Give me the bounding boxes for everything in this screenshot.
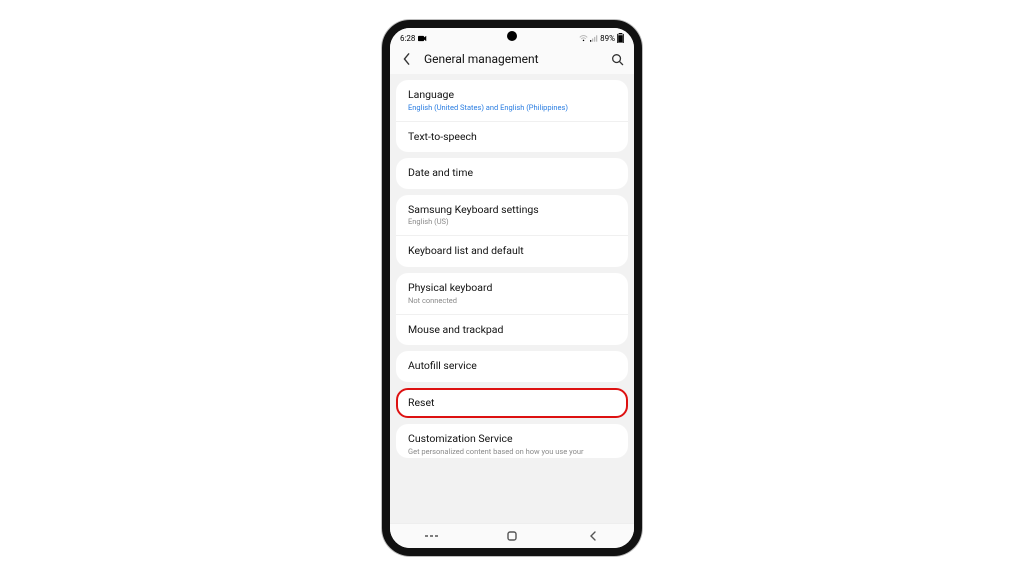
battery-pct: 89% <box>600 34 615 43</box>
nav-recents-button[interactable] <box>411 528 451 544</box>
clock: 6:28 <box>400 34 415 43</box>
row-date-and-time[interactable]: Date and time <box>396 158 628 189</box>
app-bar: General management <box>390 46 634 74</box>
nav-back-button[interactable] <box>573 528 613 544</box>
row-samsung-keyboard-settings[interactable]: Samsung Keyboard settings English (US) <box>396 195 628 236</box>
signal-icon <box>590 35 598 42</box>
row-keyboard-list-and-default[interactable]: Keyboard list and default <box>396 235 628 267</box>
camera-notch <box>507 31 517 41</box>
row-physical-keyboard[interactable]: Physical keyboard Not connected <box>396 273 628 314</box>
page-title: General management <box>424 52 600 66</box>
row-customization-service[interactable]: Customization Service Get personalized c… <box>396 424 628 458</box>
settings-list: Language English (United States) and Eng… <box>390 74 634 523</box>
phone-frame: 6:28 89% <box>382 20 642 556</box>
row-autofill-service[interactable]: Autofill service <box>396 351 628 382</box>
row-text-to-speech[interactable]: Text-to-speech <box>396 121 628 153</box>
back-button[interactable] <box>400 52 414 66</box>
row-reset[interactable]: Reset <box>396 388 628 419</box>
battery-icon <box>617 33 624 43</box>
nav-home-button[interactable] <box>492 528 532 544</box>
video-icon <box>418 35 427 42</box>
search-button[interactable] <box>610 52 624 66</box>
wifi-icon <box>579 35 588 42</box>
nav-bar <box>390 523 634 548</box>
row-language[interactable]: Language English (United States) and Eng… <box>396 80 628 121</box>
row-mouse-and-trackpad[interactable]: Mouse and trackpad <box>396 314 628 346</box>
